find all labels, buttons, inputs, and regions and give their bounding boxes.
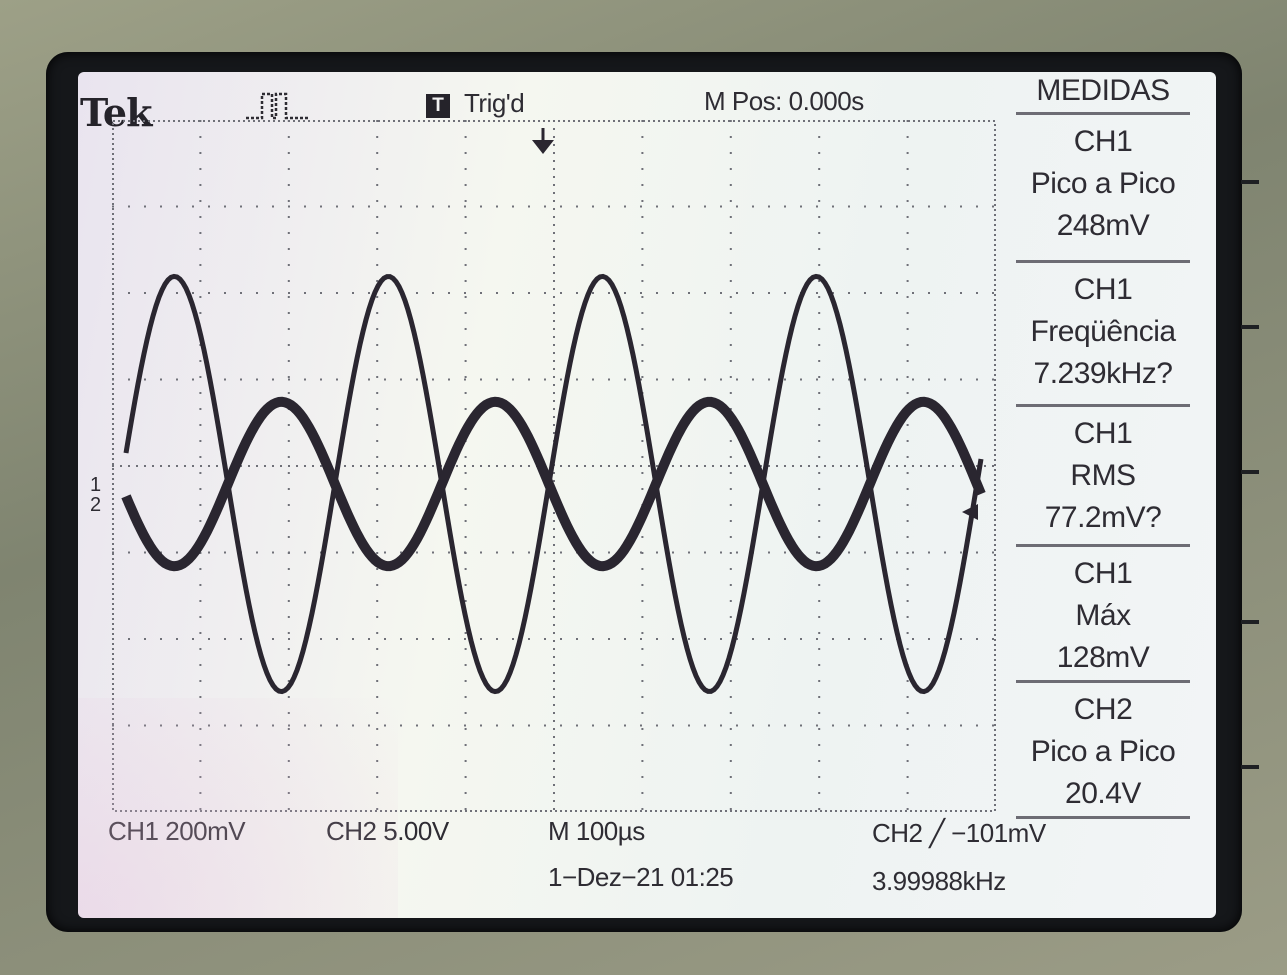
graticule (112, 120, 996, 812)
m-position: M Pos: 0.000s (704, 86, 864, 116)
trigger-info: CH2 ╱ −101mV (872, 818, 1046, 848)
measurement-label: Máx (1075, 599, 1131, 632)
bezel-button-notch (1241, 620, 1259, 624)
measurement-channel: CH1 (1073, 557, 1133, 590)
trigger-badge-icon: T (426, 94, 450, 118)
bezel-button-notch (1241, 325, 1259, 329)
oscilloscope-display: Tek T Trig'd M Pos: 0.000s 1 2 MEDIDAS C… (78, 72, 1216, 918)
measurement-label: RMS (1070, 459, 1136, 492)
ch1-ground-marker: 1 (90, 474, 101, 496)
bezel-button-notch (1241, 180, 1259, 184)
measurements-panel: MEDIDAS CH1 Pico a Pico 248mV CH1 Freqüê… (1010, 72, 1216, 832)
measurement-4[interactable]: CH1 Máx 128mV (1010, 544, 1196, 679)
measurement-3[interactable]: CH1 RMS 77.2mV? (1010, 404, 1196, 539)
measurement-value: 248mV (1056, 209, 1150, 242)
measurement-2[interactable]: CH1 Freqüência 7.239kHz? (1010, 260, 1196, 395)
measurement-label: Freqüência (1030, 315, 1176, 348)
measurement-1[interactable]: CH1 Pico a Pico 248mV (1010, 112, 1196, 247)
trigger-frequency: 3.99988kHz (872, 866, 1006, 896)
date-time: 1−Dez−21 01:25 (548, 862, 734, 892)
measurement-5[interactable]: CH2 Pico a Pico 20.4V (1010, 680, 1196, 815)
measurement-channel: CH1 (1073, 273, 1133, 306)
measurement-channel: CH1 (1073, 417, 1133, 450)
bezel-button-notch (1241, 470, 1259, 474)
ch1-scale: CH1 200mV (108, 816, 246, 846)
pulse-acquisition-icon (246, 92, 308, 120)
measurements-title: MEDIDAS (1036, 74, 1170, 107)
measurement-value: 128mV (1056, 641, 1150, 674)
measurement-channel: CH1 (1073, 125, 1133, 158)
measurement-value: 7.239kHz? (1033, 357, 1173, 390)
measurement-label: Pico a Pico (1030, 735, 1176, 768)
trigger-status: Trig'd (464, 88, 525, 118)
ch2-scale: CH2 5.00V (326, 816, 449, 846)
ch2-waveform (121, 396, 986, 572)
measurement-value: 20.4V (1065, 777, 1141, 810)
measurement-value: 77.2mV? (1044, 501, 1162, 534)
measurement-label: Pico a Pico (1030, 167, 1176, 200)
timebase: M 100µs (548, 816, 645, 846)
ch2-ground-marker: 2 (90, 494, 101, 516)
trigger-position-arrow (532, 140, 554, 154)
measurement-channel: CH2 (1073, 693, 1133, 726)
bezel-button-notch (1241, 765, 1259, 769)
